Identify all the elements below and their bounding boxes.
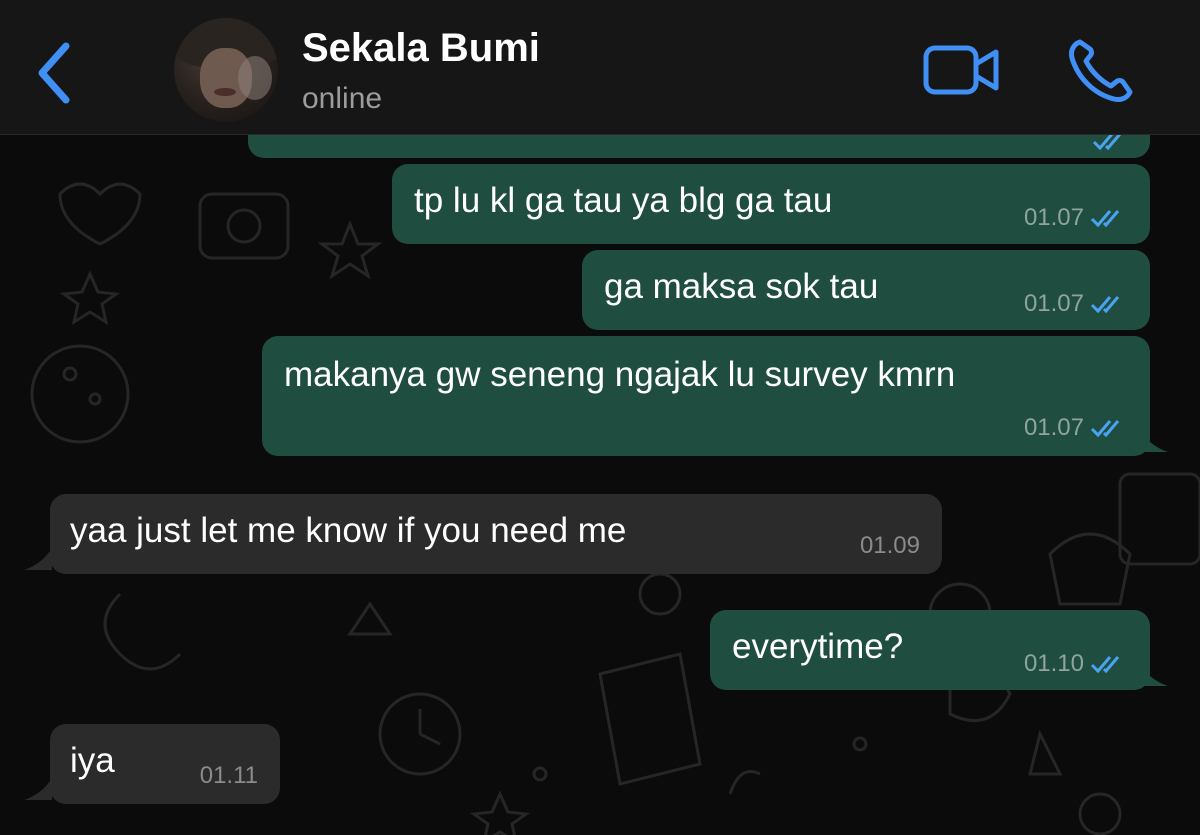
- avatar[interactable]: [174, 18, 278, 122]
- message-meta: 01.07: [1024, 290, 1126, 318]
- message-time: 01.07: [1023, 290, 1084, 317]
- message-text: everytime?: [732, 627, 904, 666]
- message-time: 01.10: [1023, 650, 1084, 677]
- bubble-tail: [24, 548, 52, 570]
- message-meta: [1086, 134, 1128, 152]
- message-bubble[interactable]: everytime? 01.10: [710, 610, 1150, 690]
- video-call-button[interactable]: [922, 42, 1002, 98]
- message-time: 01.09: [859, 532, 920, 559]
- bubble-tail: [24, 778, 52, 800]
- message-bubble[interactable]: [248, 134, 1150, 158]
- message-time: 01.07: [1023, 414, 1084, 441]
- message-text: yaa just let me know if you need me: [70, 511, 627, 550]
- chat-header: Sekala Bumi online: [0, 0, 1200, 135]
- message-text: ga maksa sok tau: [604, 267, 879, 306]
- message-meta: 01.10: [1024, 650, 1126, 678]
- contact-status: online: [302, 82, 383, 115]
- double-check-icon: [1090, 210, 1120, 228]
- message-bubble[interactable]: ga maksa sok tau 01.07: [582, 250, 1150, 330]
- video-camera-icon: [923, 45, 999, 95]
- message-bubble[interactable]: yaa just let me know if you need me 01.0…: [50, 494, 942, 574]
- message-meta: 01.07: [1024, 414, 1126, 442]
- voice-call-button[interactable]: [1066, 36, 1136, 104]
- message-time: 01.07: [1023, 204, 1084, 231]
- message-bubble[interactable]: iya 01.11: [50, 724, 280, 804]
- chevron-left-icon: [38, 42, 70, 104]
- double-check-icon: [1092, 134, 1122, 151]
- message-text: iya: [70, 741, 115, 780]
- double-check-icon: [1090, 296, 1120, 314]
- double-check-icon: [1090, 656, 1120, 674]
- message-text: tp lu kl ga tau ya blg ga tau: [414, 181, 833, 220]
- bubble-tail: [1140, 664, 1168, 686]
- message-bubble[interactable]: tp lu kl ga tau ya blg ga tau 01.07: [392, 164, 1150, 244]
- contact-name[interactable]: Sekala Bumi: [302, 26, 540, 71]
- double-check-icon: [1090, 420, 1120, 438]
- message-meta: 01.07: [1024, 204, 1126, 232]
- bubble-tail: [1140, 430, 1168, 452]
- message-time: 01.11: [199, 762, 258, 789]
- message-meta: 01.11: [200, 762, 258, 790]
- phone-icon: [1069, 39, 1133, 102]
- message-bubble[interactable]: makanya gw seneng ngajak lu survey kmrn …: [262, 336, 1150, 456]
- message-meta: 01.09: [860, 532, 920, 560]
- message-text: makanya gw seneng ngajak lu survey kmrn: [284, 355, 956, 394]
- message-list[interactable]: tp lu kl ga tau ya blg ga tau 01.07 ga m…: [0, 134, 1200, 835]
- back-button[interactable]: [28, 38, 84, 108]
